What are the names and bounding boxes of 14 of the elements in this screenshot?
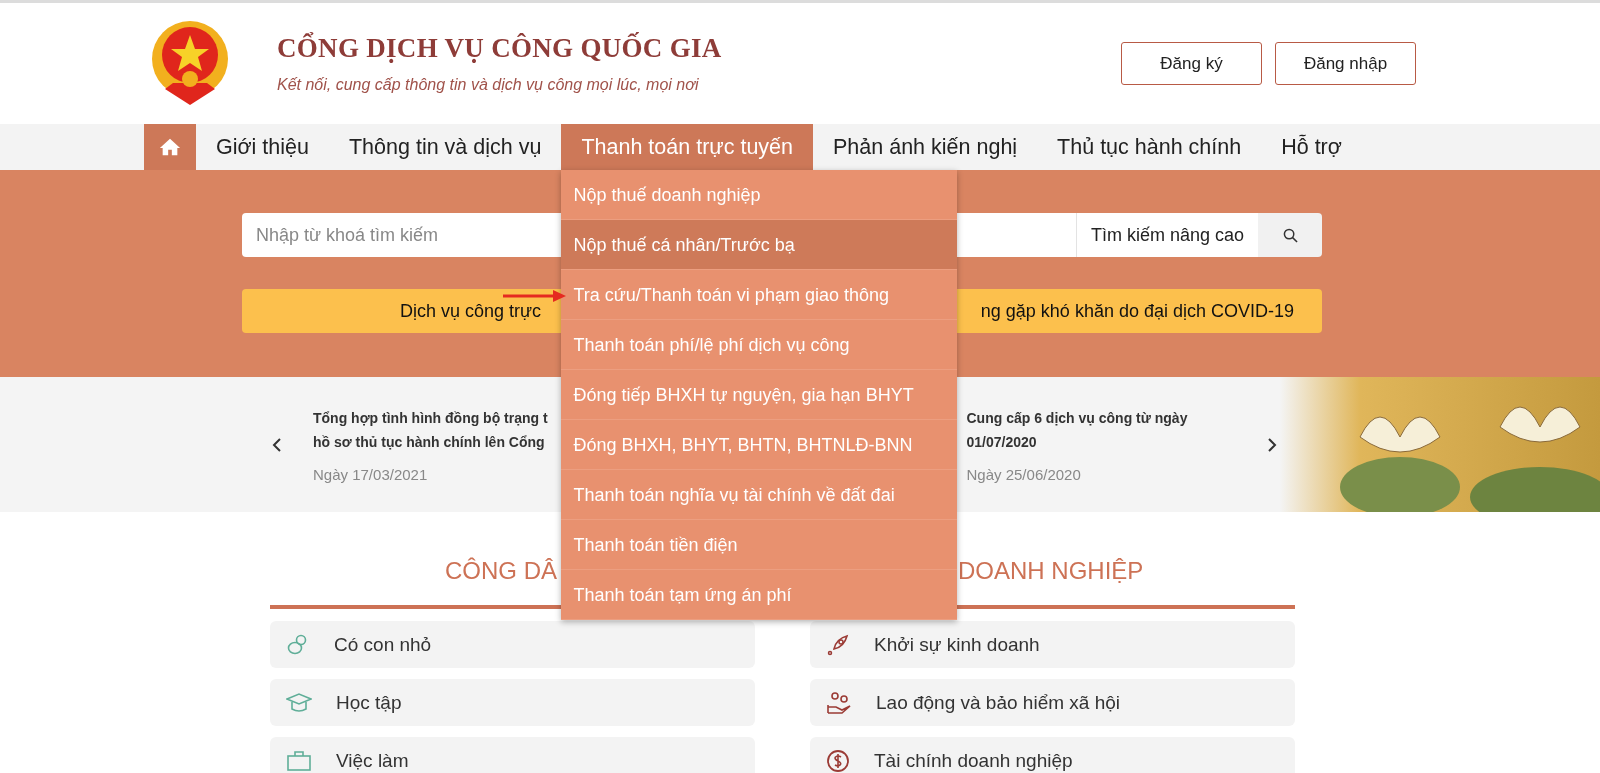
category-label: Tài chính doanh nghiệp — [874, 749, 1073, 772]
category-label: Việc làm — [336, 749, 409, 772]
news-date: Ngày 17/03/2021 — [313, 466, 429, 483]
category-label: Có con nhỏ — [334, 633, 432, 656]
category-label: Khởi sự kinh doanh — [874, 633, 1040, 656]
site-tagline: Kết nối, cung cấp thông tin và dịch vụ công mọi lúc, mọi nơi — [277, 76, 700, 94]
category-label: Học tập — [336, 691, 402, 714]
site-title: CỔNG DỊCH VỤ CÔNG QUỐC GIA — [277, 33, 722, 64]
section-heading: DOANH NGHIỆP — [958, 557, 1144, 586]
banner-text: ng gặp khó khăn do đại dịch COVID-19 — [980, 300, 1294, 322]
section-heading: CÔNG DÂ — [445, 557, 557, 586]
category-label: Lao động và bảo hiểm xã hội — [876, 691, 1120, 714]
banner-text: Dịch vụ công trực — [400, 300, 542, 322]
news-date: Ngày 25/06/2020 — [966, 466, 1082, 483]
